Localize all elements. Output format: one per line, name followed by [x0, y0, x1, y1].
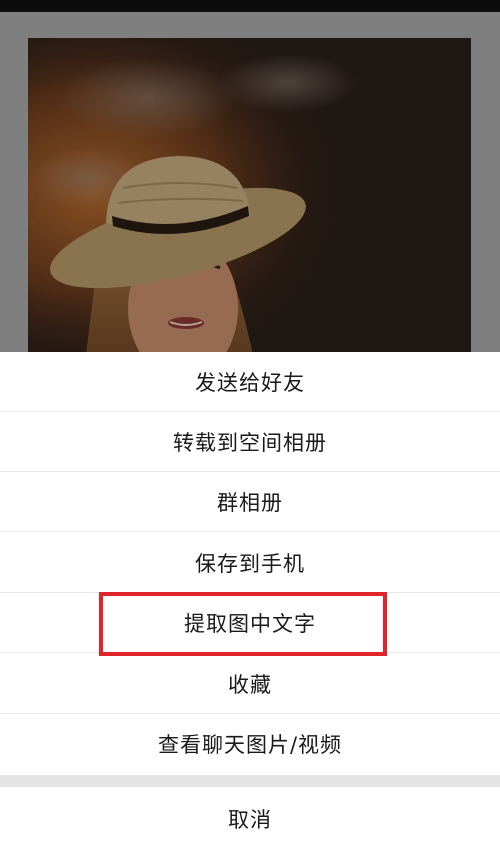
save-to-phone-item[interactable]: 保存到手机 [0, 533, 500, 593]
send-to-friend-item[interactable]: 发送给好友 [0, 352, 500, 412]
screen: 发送给好友 转载到空间相册 群相册 保存到手机 提取图中文字 收藏 查看聊天图片… [0, 0, 500, 849]
group-album-item[interactable]: 群相册 [0, 472, 500, 532]
status-bar [0, 0, 500, 12]
portrait-photo [28, 38, 471, 378]
repost-to-album-item[interactable]: 转载到空间相册 [0, 412, 500, 472]
sheet-separator [0, 775, 500, 787]
favorite-item[interactable]: 收藏 [0, 654, 500, 714]
chat-image-preview [28, 38, 471, 378]
view-chat-media-item[interactable]: 查看聊天图片/视频 [0, 714, 500, 774]
cancel-button[interactable]: 取消 [0, 789, 500, 849]
extract-text-item[interactable]: 提取图中文字 [0, 593, 500, 653]
